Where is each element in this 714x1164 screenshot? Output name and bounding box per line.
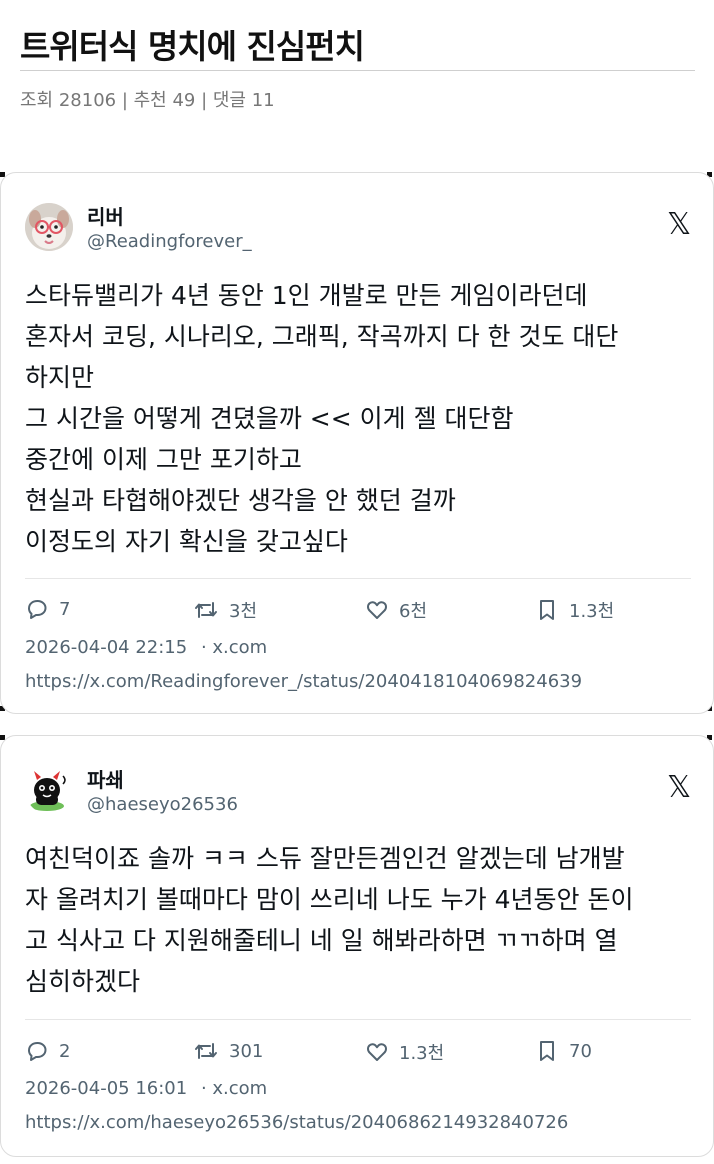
like-count: 6천 [399, 601, 428, 622]
avatar[interactable] [25, 766, 73, 814]
source-link[interactable]: · x.com [201, 637, 267, 658]
retweet-count: 3천 [229, 601, 258, 622]
tweet-date: 2026-04-05 16:01 · x.com [25, 1078, 267, 1099]
article-meta: 조회 28106 | 추천 49 | 댓글 11 [20, 90, 275, 111]
reply-count: 7 [59, 598, 71, 620]
author-name[interactable]: 파쇄 [87, 764, 124, 793]
dog-avatar-icon [25, 203, 73, 251]
x-logo-icon[interactable]: 𝕏 [667, 770, 691, 805]
tweet-card[interactable]: 파쇄 @haeseyo26536 𝕏 여친덕이죠 솔까 ㅋㅋ 스듀 잘만든겜인건… [0, 735, 714, 1157]
author-name[interactable]: 리버 [87, 201, 124, 230]
tweet-line: 이정도의 자기 확신을 갖고싶다 [25, 527, 348, 556]
author-handle[interactable]: @haeseyo26536 [87, 794, 238, 815]
tweet-line: 하지만 [25, 363, 95, 392]
tweet-line: 심히하겠다 [25, 967, 141, 996]
retweet-button[interactable]: 301 [193, 1039, 263, 1063]
reply-icon [28, 600, 47, 619]
heart-icon [367, 1043, 387, 1061]
tweet-line: 그 시간을 어떻게 견뎠을까 << 이게 젤 대단함 [25, 404, 514, 433]
tweet-url[interactable]: https://x.com/Readingforever_/status/204… [25, 671, 582, 692]
page-title: 트위터식 명치에 진심펀치 [20, 27, 365, 66]
tweet-text: 여친덕이죠 솔까 ㅋㅋ 스듀 잘만든겜인건 알겠는데 남개발 자 올려치기 볼때… [25, 838, 695, 1002]
bookmark-button[interactable]: 70 [535, 1039, 592, 1063]
heart-icon [367, 601, 387, 619]
retweet-icon [195, 602, 217, 618]
bookmark-icon [540, 600, 554, 620]
retweet-count: 301 [229, 1040, 264, 1062]
like-count: 1.3천 [399, 1043, 445, 1064]
tweet-line: 고 식사고 다 지원해줄테니 네 일 해봐라하면 ㄲㄲ하며 열 [25, 926, 618, 955]
like-button[interactable]: 1.3천 [365, 1039, 444, 1065]
tweet-text: 스타듀밸리가 4년 동안 1인 개발로 만든 게임이라던데 혼자서 코딩, 시나… [25, 275, 695, 562]
x-logo-icon[interactable]: 𝕏 [667, 207, 691, 242]
retweet-button[interactable]: 3천 [193, 597, 257, 623]
tweet-line: 여친덕이죠 솔까 ㅋㅋ 스듀 잘만든겜인건 알겠는데 남개발 [25, 844, 625, 873]
timestamp: 2026-04-04 22:15 [25, 637, 188, 658]
tweet-line: 중간에 이제 그만 포기하고 [25, 445, 302, 474]
bookmark-button[interactable]: 1.3천 [535, 597, 614, 623]
divider [25, 1019, 691, 1020]
bookmark-count: 1.3천 [569, 601, 615, 622]
author-handle[interactable]: @Readingforever_ [87, 231, 252, 252]
bookmark-icon [540, 1041, 554, 1061]
timestamp: 2026-04-05 16:01 [25, 1078, 188, 1099]
tweet-date: 2026-04-04 22:15 · x.com [25, 637, 267, 658]
reply-count: 2 [59, 1040, 71, 1062]
reply-button[interactable]: 7 [25, 597, 70, 621]
tweet-line: 스타듀밸리가 4년 동안 1인 개발로 만든 게임이라던데 [25, 281, 588, 310]
like-button[interactable]: 6천 [365, 597, 427, 623]
retweet-icon [195, 1043, 217, 1059]
tweet-url[interactable]: https://x.com/haeseyo26536/status/204068… [25, 1112, 568, 1133]
tweet-line: 자 올려치기 볼때마다 맘이 쓰리네 나도 누가 4년동안 돈이 [25, 885, 634, 914]
tweet-line: 현실과 타협해야겠단 생각을 안 했던 걸까 [25, 486, 456, 515]
tweet-line: 혼자서 코딩, 시나리오, 그래픽, 작곡까지 다 한 것도 대단 [25, 322, 619, 351]
creature-avatar-icon [25, 766, 73, 814]
bookmark-count: 70 [569, 1040, 592, 1062]
title-divider [20, 70, 695, 71]
avatar[interactable] [25, 203, 73, 251]
reply-icon [28, 1042, 47, 1061]
source-link[interactable]: · x.com [201, 1078, 267, 1099]
divider [25, 578, 691, 579]
tweet-card[interactable]: 리버 @Readingforever_ 𝕏 스타듀밸리가 4년 동안 1인 개발… [0, 172, 714, 714]
reply-button[interactable]: 2 [25, 1039, 70, 1063]
